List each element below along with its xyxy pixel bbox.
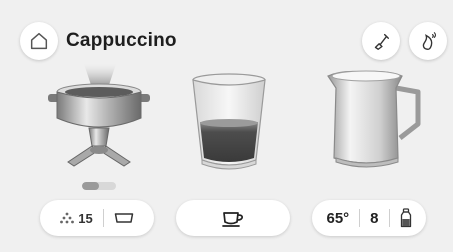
brew-screen: Cappuccino 15 65° 8 xyxy=(0,0,453,252)
page-title: Cappuccino xyxy=(66,30,177,51)
glass-icon xyxy=(192,73,266,170)
grind-size-value: 15 xyxy=(78,210,93,226)
divider xyxy=(102,209,104,227)
milk-temperature-value: 65° xyxy=(326,209,350,227)
extract-button[interactable] xyxy=(176,200,290,236)
milk-settings-button[interactable]: 65° 8 xyxy=(312,200,426,236)
clean-button[interactable] xyxy=(362,22,400,60)
divider xyxy=(388,209,390,227)
steam-icon xyxy=(422,32,437,50)
divider xyxy=(359,209,361,227)
page-indicator xyxy=(82,182,116,190)
stage-extract[interactable] xyxy=(188,72,270,172)
grind-dots-icon xyxy=(60,212,75,224)
milk-foam-value: 8 xyxy=(370,209,379,227)
grind-settings-button[interactable]: 15 xyxy=(40,200,154,236)
milk-bottle-icon xyxy=(400,208,411,228)
cup-icon xyxy=(222,212,244,227)
home-icon xyxy=(30,32,48,50)
milk-jug-icon xyxy=(327,70,421,168)
stage-grind[interactable] xyxy=(44,62,154,178)
basket-icon xyxy=(114,213,133,223)
portafilter-icon xyxy=(48,64,150,167)
steam-button[interactable] xyxy=(409,22,447,60)
page-indicator-active xyxy=(82,182,99,190)
home-button[interactable] xyxy=(20,22,58,60)
stage-milk[interactable] xyxy=(322,66,426,176)
brush-icon xyxy=(374,33,390,50)
